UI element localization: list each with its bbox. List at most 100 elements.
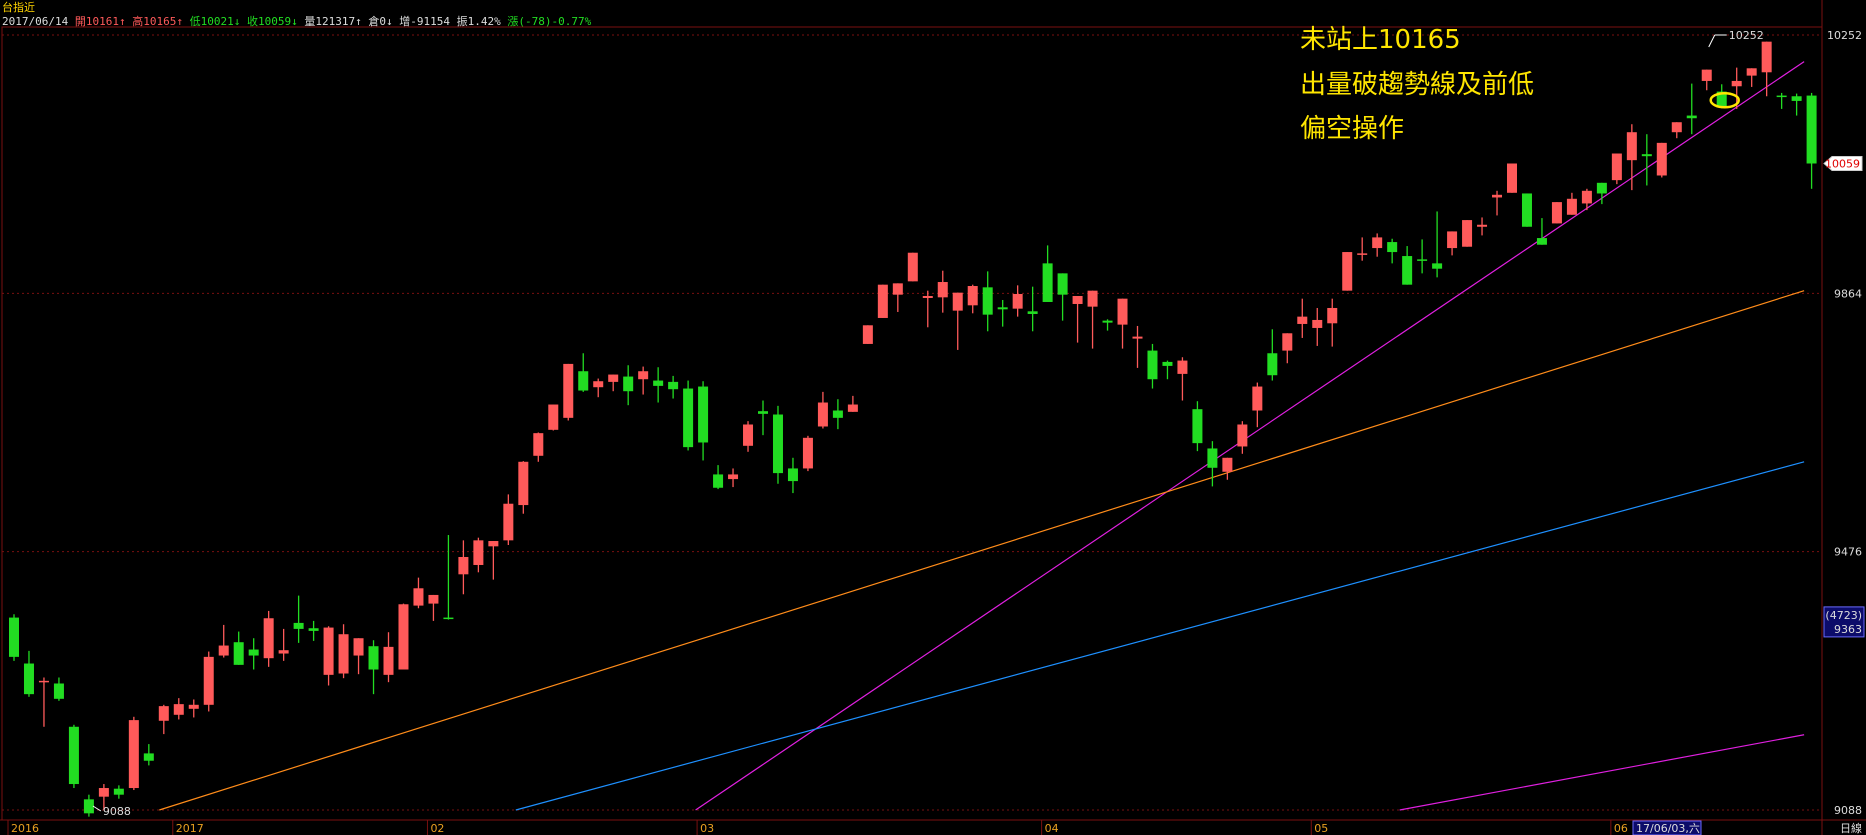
chart-title: 台指近	[2, 1, 35, 14]
candle-body	[1162, 361, 1173, 366]
candle	[1342, 252, 1353, 291]
x-tick-label: 2017	[176, 822, 204, 835]
candle	[1327, 298, 1338, 347]
candle	[1492, 190, 1503, 216]
candles	[9, 41, 1817, 817]
x-tick-label: 03	[700, 822, 714, 835]
candle	[802, 435, 813, 472]
candle-body	[1252, 386, 1263, 411]
candle	[518, 461, 529, 514]
candle	[683, 380, 694, 451]
stat-high: 高10165	[132, 15, 177, 28]
candle-body	[1432, 263, 1443, 269]
candle	[458, 540, 469, 595]
candle-body	[263, 618, 274, 659]
candle	[922, 290, 933, 328]
trendline	[159, 290, 1805, 811]
candle	[817, 391, 828, 429]
candle-body	[967, 286, 978, 306]
candle-body	[877, 284, 888, 318]
annotation-line-2: 出量破趨勢線及前低	[1300, 70, 1535, 100]
candle	[1177, 357, 1188, 401]
candle	[143, 744, 154, 766]
candle	[68, 724, 79, 789]
candle	[1791, 93, 1802, 116]
candle-body	[728, 474, 739, 480]
candle	[1237, 421, 1248, 454]
candle	[1387, 238, 1398, 264]
candle	[188, 699, 199, 718]
candle	[1132, 325, 1143, 368]
candle	[1372, 233, 1383, 257]
candle-body	[473, 540, 484, 565]
candle-body	[1641, 154, 1652, 157]
candle-body	[1177, 360, 1188, 374]
candle-body	[23, 663, 34, 695]
candle	[862, 325, 873, 344]
extreme-markers: 9088 10252	[92, 29, 1764, 818]
candle	[338, 624, 349, 679]
candle-body	[1791, 96, 1802, 101]
low-marker-label: 9088	[103, 805, 131, 818]
y-tick-label: 9088	[1834, 804, 1862, 817]
candle	[158, 704, 169, 735]
arrow-up-icon: ↑	[118, 15, 126, 28]
stat-close: 收10059	[246, 15, 292, 28]
arrow-up-icon: ↑	[176, 15, 183, 28]
candle	[1536, 218, 1547, 245]
candle	[323, 626, 334, 686]
candle-body	[847, 404, 858, 412]
candle-body	[38, 680, 49, 683]
candle	[1042, 245, 1053, 302]
candle	[1312, 307, 1323, 346]
candle-body	[1042, 263, 1053, 302]
candle	[1581, 188, 1592, 211]
x-tick-label: 05	[1314, 822, 1328, 835]
candle	[443, 535, 454, 620]
candle-body	[338, 634, 349, 674]
axes: 9088 9476 9864 10252 10059 (4723)9363 2016 2017…	[7, 29, 1865, 835]
trendlines	[159, 61, 1805, 811]
candle-body	[1192, 409, 1203, 444]
candle	[1282, 333, 1293, 364]
candle-body	[1761, 41, 1772, 73]
high-marker-leader	[1708, 34, 1716, 48]
candle	[1102, 319, 1113, 331]
stat-oi: 倉0	[368, 15, 386, 28]
candle	[593, 378, 604, 398]
candle	[892, 283, 903, 312]
candle	[23, 650, 34, 697]
candle-body	[608, 374, 619, 382]
candle-body	[1072, 295, 1083, 304]
candle-body	[293, 622, 304, 629]
candle	[877, 284, 888, 318]
candle	[1611, 153, 1622, 185]
stat-open: 開10161	[74, 15, 119, 28]
period-label: 日線	[1840, 821, 1862, 835]
candle-body	[1132, 336, 1143, 339]
candle-body	[518, 461, 529, 506]
candle-body	[1746, 68, 1757, 76]
candle	[653, 367, 664, 403]
candle	[937, 270, 948, 313]
candle-body	[683, 388, 694, 448]
candle	[368, 640, 379, 695]
candle-body	[1402, 256, 1413, 285]
annotation-line-3: 偏空操作	[1300, 114, 1405, 144]
candle	[9, 614, 19, 661]
stat-amplitude: 振1.42%	[456, 15, 501, 28]
candle-body	[488, 541, 499, 547]
candle-body	[1117, 298, 1128, 325]
candle	[1267, 329, 1278, 381]
candle-body	[1417, 259, 1428, 261]
candle-body	[1237, 424, 1248, 447]
candle-body	[713, 474, 724, 488]
candle-body	[1477, 224, 1488, 227]
candle-body	[1551, 202, 1562, 224]
candle-body	[922, 295, 933, 298]
candle	[293, 595, 304, 643]
x-tick-label: 2016	[11, 822, 39, 835]
candle-body	[1327, 307, 1338, 324]
high-marker-label: 10252	[1729, 29, 1764, 42]
candle-body	[68, 726, 79, 785]
